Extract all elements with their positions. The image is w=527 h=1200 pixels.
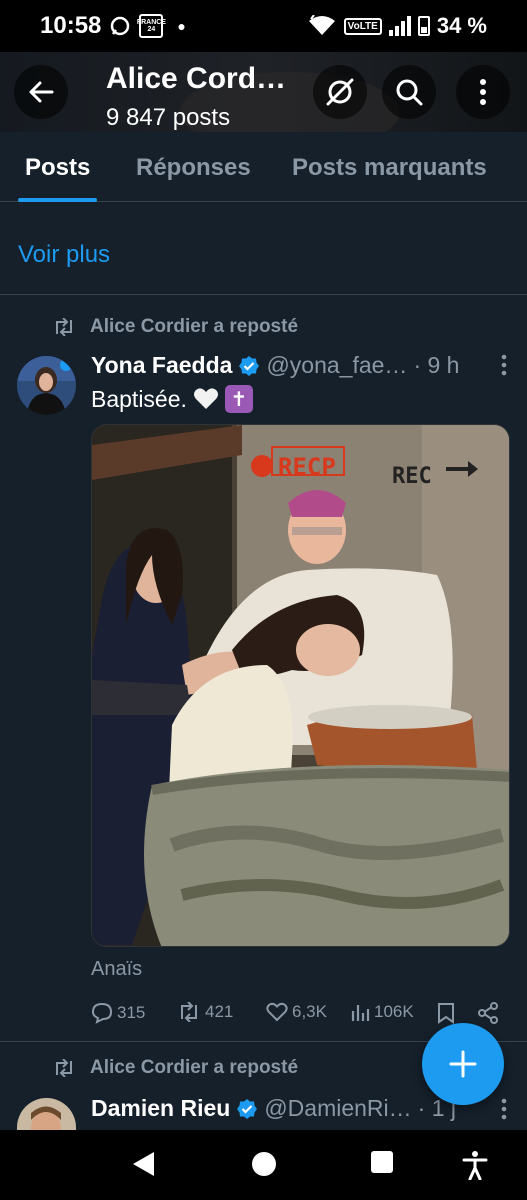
battery-level: 34 % bbox=[436, 13, 487, 38]
back-nav-button[interactable] bbox=[130, 1150, 156, 1183]
analytics-icon bbox=[351, 1005, 370, 1021]
plus-icon bbox=[449, 1050, 477, 1078]
avatar-photo bbox=[17, 356, 76, 415]
back-button[interactable] bbox=[14, 65, 68, 119]
avatar-photo bbox=[17, 1098, 76, 1130]
compose-post-button[interactable] bbox=[422, 1023, 504, 1105]
arrow-left-icon bbox=[29, 81, 54, 103]
repost-indicator: Alice Cordier a reposté bbox=[52, 1057, 298, 1079]
latin-cross-icon: ✝ bbox=[224, 385, 253, 413]
verified-badge-icon bbox=[237, 1098, 258, 1119]
white-heart-icon bbox=[193, 388, 218, 409]
post-time: · 9 h bbox=[413, 352, 460, 378]
bookmark-button[interactable] bbox=[437, 1002, 455, 1024]
more-vertical-icon bbox=[480, 79, 486, 105]
accessibility-icon bbox=[462, 1151, 488, 1181]
chat-bubble-icon bbox=[111, 16, 130, 36]
bookmark-icon bbox=[438, 1003, 454, 1024]
active-tab-indicator bbox=[18, 198, 98, 202]
repost-icon bbox=[56, 318, 72, 336]
home-nav-button[interactable] bbox=[250, 1150, 278, 1183]
repost-button[interactable]: 421 bbox=[177, 1002, 233, 1022]
tab-replies[interactable]: Réponses bbox=[136, 132, 251, 202]
notification-dot-icon: ● bbox=[177, 18, 186, 34]
repost-indicator: Alice Cordier a reposté bbox=[52, 316, 298, 338]
reply-button[interactable]: 315 bbox=[91, 1002, 145, 1024]
profile-header: Alice Cord… 9 847 posts bbox=[0, 52, 527, 132]
post-media[interactable]: RECP REC bbox=[91, 424, 510, 947]
france24-app-icon: FRANCE 24 bbox=[137, 14, 166, 38]
share-icon bbox=[478, 1002, 498, 1024]
avatar[interactable] bbox=[17, 1098, 76, 1130]
share-button[interactable] bbox=[477, 1002, 499, 1024]
search-button[interactable] bbox=[382, 65, 436, 119]
more-options-button[interactable] bbox=[456, 65, 510, 119]
author-name[interactable]: Damien Rieu bbox=[91, 1095, 230, 1122]
author-name[interactable]: Yona Faedda bbox=[91, 352, 232, 379]
wifi-icon bbox=[308, 15, 335, 35]
tab-highlights[interactable]: Posts marquants bbox=[292, 132, 487, 202]
post-count: 9 847 posts bbox=[106, 104, 231, 131]
grok-icon bbox=[326, 78, 354, 106]
media-caption: Anaïs bbox=[91, 958, 143, 980]
grok-button[interactable] bbox=[313, 65, 367, 119]
volte-badge: VoLTE bbox=[343, 17, 382, 35]
svg-text:RECP: RECP bbox=[278, 453, 336, 481]
post-more-button[interactable] bbox=[501, 1098, 507, 1126]
recents-nav-button[interactable] bbox=[370, 1150, 394, 1179]
author-handle[interactable]: @DamienRi… bbox=[264, 1095, 411, 1122]
signal-icon bbox=[388, 16, 411, 36]
verified-badge-icon bbox=[239, 355, 260, 376]
circle-home-icon bbox=[252, 1152, 276, 1176]
tab-posts[interactable]: Posts bbox=[18, 132, 98, 202]
divider bbox=[0, 294, 527, 295]
post-author-line: Damien Rieu @DamienRi… · 1 j bbox=[91, 1095, 456, 1122]
avatar[interactable] bbox=[17, 356, 76, 415]
post-more-button[interactable] bbox=[501, 354, 507, 382]
clock: 10:58 bbox=[40, 12, 102, 39]
square-recents-icon bbox=[371, 1151, 393, 1173]
battery-icon bbox=[417, 16, 430, 36]
more-vertical-icon bbox=[501, 354, 507, 376]
more-vertical-icon bbox=[501, 1098, 507, 1120]
status-bar: 10:58 FRANCE 24 ● VoLTE 34 % bbox=[0, 0, 527, 52]
views-button[interactable]: 106K bbox=[350, 1002, 414, 1022]
profile-tabs: Posts Réponses Posts marquants bbox=[0, 132, 527, 202]
heart-icon bbox=[266, 1002, 288, 1022]
repost-icon bbox=[56, 1059, 72, 1077]
accessibility-button[interactable] bbox=[462, 1150, 488, 1185]
repost-icon bbox=[181, 1002, 197, 1022]
show-more-link[interactable]: Voir plus bbox=[18, 241, 110, 269]
triangle-back-icon bbox=[133, 1152, 154, 1176]
post-author-line: Yona Faedda @yona_fae… · 9 h bbox=[91, 352, 459, 379]
svg-text:REC: REC bbox=[392, 464, 432, 489]
reply-icon bbox=[91, 1002, 113, 1024]
post-text: Baptisée. ✝ bbox=[91, 385, 253, 413]
profile-name: Alice Cord… bbox=[106, 62, 287, 95]
baptism-photo: RECP REC bbox=[92, 425, 509, 946]
system-navigation-bar bbox=[0, 1130, 527, 1200]
author-handle[interactable]: @yona_fae… bbox=[266, 352, 407, 379]
search-icon bbox=[396, 79, 423, 106]
like-button[interactable]: 6,3K bbox=[266, 1002, 327, 1022]
